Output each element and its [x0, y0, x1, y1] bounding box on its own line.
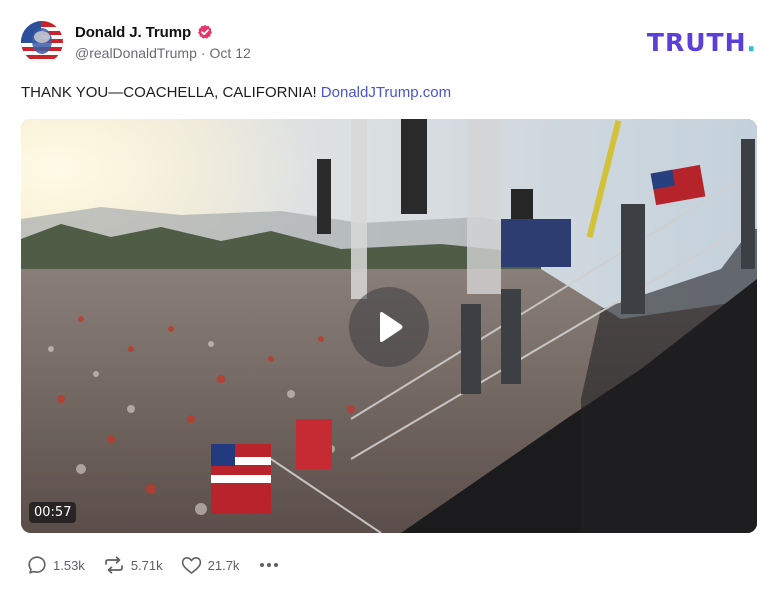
post-link[interactable]: DonaldJTrump.com: [321, 84, 451, 101]
more-icon: [260, 563, 279, 567]
author-handle[interactable]: @realDonaldTrump: [75, 45, 197, 61]
video-duration: 00:57: [29, 502, 77, 523]
post-text: THANK YOU—COACHELLA, CALIFORNIA! DonaldJ…: [21, 84, 451, 101]
avatar[interactable]: [21, 21, 63, 63]
retruth-button[interactable]: 5.71k: [103, 555, 163, 575]
post-header: Donald J. Trump @realDonaldTrump · Oct 12: [21, 20, 251, 64]
video-player[interactable]: 00:57: [21, 119, 757, 533]
retruth-count: 5.71k: [130, 557, 163, 573]
reply-button[interactable]: 1.53k: [27, 555, 85, 575]
play-icon: [380, 312, 403, 342]
retruth-icon: [104, 556, 123, 574]
reply-count: 1.53k: [53, 557, 85, 573]
like-count: 21.7k: [207, 557, 240, 573]
heart-icon: [181, 556, 201, 574]
brand-wordmark: TRUTH: [646, 28, 747, 57]
action-bar: 1.53k 5.71k 21.7k: [27, 555, 279, 575]
author-meta: @realDonaldTrump · Oct 12: [75, 45, 251, 61]
reply-icon: [28, 556, 46, 574]
truth-logo[interactable]: TRUTH.: [647, 30, 757, 56]
brand-dot: .: [746, 28, 757, 57]
meta-separator: ·: [200, 44, 206, 61]
play-button[interactable]: [349, 287, 429, 367]
verified-badge-icon: [197, 24, 213, 40]
like-button[interactable]: 21.7k: [181, 556, 240, 575]
author-name[interactable]: Donald J. Trump: [75, 24, 191, 41]
more-button[interactable]: [259, 562, 279, 568]
post-body: THANK YOU—COACHELLA, CALIFORNIA!: [21, 84, 317, 101]
post-date[interactable]: Oct 12: [210, 45, 251, 61]
